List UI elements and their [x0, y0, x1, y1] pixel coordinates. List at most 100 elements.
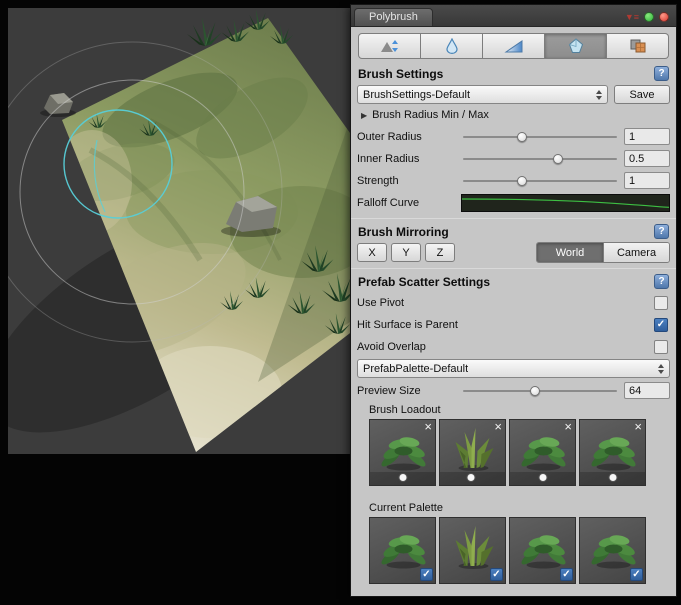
leafy-plant-icon: [586, 524, 641, 572]
palette-thumbnail[interactable]: ✓: [509, 517, 576, 584]
unity-editor: Polybrush ▼≡: [0, 0, 681, 605]
strength-field[interactable]: 1: [624, 172, 670, 189]
brush-radius-foldout[interactable]: ▶ Brush Radius Min / Max: [361, 107, 670, 123]
hit-surface-label: Hit Surface is Parent: [357, 319, 458, 331]
prefab-palette-value: PrefabPalette-Default: [363, 363, 468, 375]
prefab-palette-dropdown[interactable]: PrefabPalette-Default: [357, 359, 670, 378]
palette-item-checkbox[interactable]: ✓: [420, 568, 433, 581]
brush-radius-foldout-label: Brush Radius Min / Max: [372, 109, 489, 121]
preview-size-field[interactable]: 64: [624, 382, 670, 399]
leafy-plant-icon: [376, 524, 431, 572]
palette-item-checkbox[interactable]: ✓: [490, 568, 503, 581]
tool-scatter-button[interactable]: [545, 33, 607, 59]
help-icon[interactable]: ?: [654, 66, 669, 81]
slider-thumb[interactable]: [530, 386, 540, 396]
mountain-icon: [379, 38, 401, 54]
hit-surface-checkbox[interactable]: ✓: [654, 318, 668, 332]
tab-polybrush[interactable]: Polybrush: [354, 8, 433, 26]
grass-tuft-icon: [446, 426, 501, 474]
inner-radius-slider[interactable]: [463, 151, 617, 167]
section-divider: [351, 218, 676, 219]
palette-thumbnail[interactable]: ✓: [369, 517, 436, 584]
polybrush-window: Polybrush ▼≡: [350, 4, 677, 597]
check-icon: ✓: [632, 570, 640, 580]
help-icon[interactable]: ?: [654, 274, 669, 289]
loadout-thumbnail[interactable]: ×: [509, 419, 576, 486]
mirror-space-camera[interactable]: Camera: [603, 243, 669, 262]
mirror-space-world[interactable]: World: [537, 243, 603, 262]
mirror-x-button[interactable]: X: [357, 243, 387, 262]
use-pivot-checkbox[interactable]: ✓: [654, 296, 668, 310]
leafy-plant-icon: [376, 426, 431, 474]
falloff-curve-icon: [462, 195, 669, 211]
brush-preset-dropdown[interactable]: BrushSettings-Default: [357, 85, 608, 104]
loadout-thumbnail[interactable]: ×: [439, 419, 506, 486]
falloff-curve-label: Falloff Curve: [357, 197, 461, 209]
section-divider: [351, 268, 676, 269]
panel-body: Brush Settings ? BrushSettings-Default S…: [351, 27, 676, 596]
use-pivot-label: Use Pivot: [357, 297, 404, 309]
maximize-button[interactable]: [644, 12, 654, 22]
popup-arrows-icon: [590, 90, 602, 100]
leafy-plant-icon: [516, 524, 571, 572]
mirror-space-toggle: World Camera: [536, 242, 670, 263]
inner-radius-label: Inner Radius: [357, 153, 461, 165]
current-palette-row: ✓ ✓ ✓: [369, 517, 670, 584]
save-button[interactable]: Save: [614, 85, 670, 104]
palette-item-checkbox[interactable]: ✓: [630, 568, 643, 581]
popup-arrows-icon: [652, 364, 664, 374]
close-button[interactable]: [659, 12, 669, 22]
leafy-plant-icon: [516, 426, 571, 474]
prefab-weight-knob[interactable]: [466, 473, 475, 482]
brush-preset-value: BrushSettings-Default: [363, 89, 470, 101]
remove-prefab-icon[interactable]: ×: [494, 420, 502, 434]
inner-radius-field[interactable]: 0.5: [624, 150, 670, 167]
remove-prefab-icon[interactable]: ×: [424, 420, 432, 434]
check-icon: ✓: [562, 570, 570, 580]
prefab-weight-knob[interactable]: [608, 473, 617, 482]
slider-thumb[interactable]: [517, 132, 527, 142]
palette-thumbnail[interactable]: ✓: [579, 517, 646, 584]
brush-settings-title: Brush Settings: [358, 67, 443, 81]
avoid-overlap-label: Avoid Overlap: [357, 341, 426, 353]
remove-prefab-icon[interactable]: ×: [634, 420, 642, 434]
remove-prefab-icon[interactable]: ×: [564, 420, 572, 434]
strength-slider[interactable]: [463, 173, 617, 189]
loadout-thumbnail[interactable]: ×: [369, 419, 436, 486]
slider-thumb[interactable]: [553, 154, 563, 164]
brush-loadout-row: × × ×: [369, 419, 670, 486]
tool-sculpt-button[interactable]: [358, 33, 421, 59]
grass-tuft-icon: [446, 524, 501, 572]
mirror-z-button[interactable]: Z: [425, 243, 455, 262]
mirror-y-button[interactable]: Y: [391, 243, 421, 262]
brush-loadout-label: Brush Loadout: [369, 404, 670, 416]
preview-size-slider[interactable]: [463, 383, 617, 399]
prefab-weight-knob[interactable]: [538, 473, 547, 482]
tool-smooth-button[interactable]: [421, 33, 483, 59]
tool-texture-button[interactable]: [607, 33, 669, 59]
leafy-plant-icon: [586, 426, 641, 474]
tool-paint-button[interactable]: [483, 33, 545, 59]
foldout-arrow-icon: ▶: [361, 111, 367, 120]
gradient-triangle-icon: [504, 38, 524, 54]
palette-item-checkbox[interactable]: ✓: [560, 568, 573, 581]
outer-radius-label: Outer Radius: [357, 131, 461, 143]
outer-radius-field[interactable]: 1: [624, 128, 670, 145]
slider-thumb[interactable]: [517, 176, 527, 186]
pane-menu-icon[interactable]: ▼≡: [625, 13, 639, 22]
palette-thumbnail[interactable]: ✓: [439, 517, 506, 584]
avoid-overlap-checkbox[interactable]: ✓: [654, 340, 668, 354]
falloff-curve-editor[interactable]: [461, 194, 670, 212]
window-tabbar: Polybrush ▼≡: [351, 5, 676, 27]
outer-radius-slider[interactable]: [463, 129, 617, 145]
strength-label: Strength: [357, 175, 461, 187]
preview-size-label: Preview Size: [357, 385, 461, 397]
brush-mirroring-title: Brush Mirroring: [358, 225, 449, 239]
brush-settings-section: Brush Settings ? BrushSettings-Default S…: [357, 66, 670, 212]
help-icon[interactable]: ?: [654, 224, 669, 239]
check-icon: ✓: [657, 320, 665, 330]
check-icon: ✓: [422, 570, 430, 580]
prefab-weight-knob[interactable]: [398, 473, 407, 482]
loadout-thumbnail[interactable]: ×: [579, 419, 646, 486]
window-controls: ▼≡: [625, 12, 676, 26]
